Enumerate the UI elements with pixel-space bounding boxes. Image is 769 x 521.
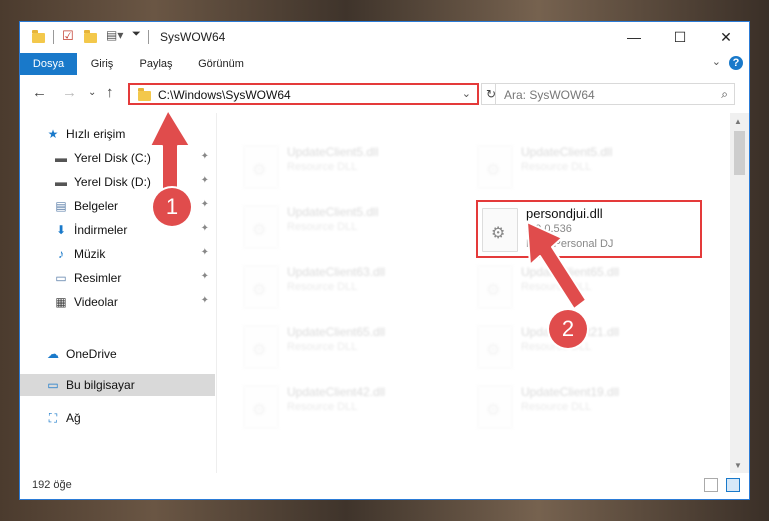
annotation-arrows	[149, 109, 587, 310]
step-badge-1: 1	[153, 188, 191, 226]
arrow-1	[149, 109, 191, 201]
step-badge-2: 2	[549, 310, 587, 348]
arrow-2	[526, 221, 587, 310]
